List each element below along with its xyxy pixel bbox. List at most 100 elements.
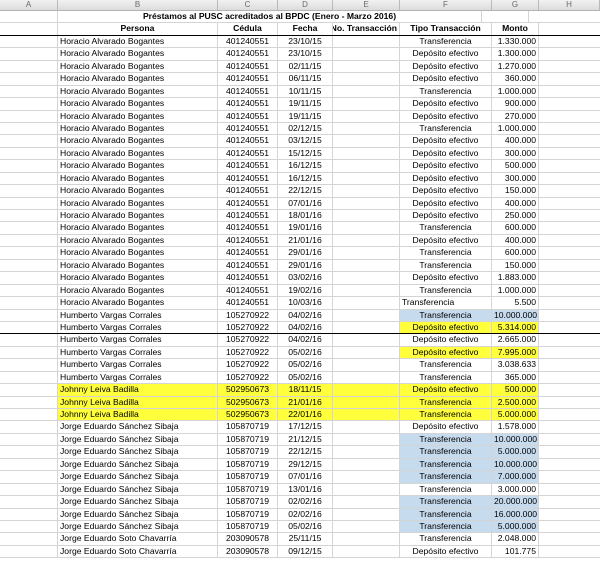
cell[interactable] [0, 147, 58, 160]
cell-no-transaccion[interactable] [333, 384, 400, 396]
cell-monto[interactable]: 500.000 [492, 160, 539, 172]
table-row[interactable]: Jorge Eduardo Soto Chavarría 203090578 25/… [0, 533, 600, 546]
cell-monto[interactable]: 3.038.633 [492, 359, 539, 371]
table-row[interactable]: Horacio Alvarado Bogantes 401240551 23/10/… [0, 35, 600, 49]
cell-tipo-transaccion[interactable]: Transferencia [400, 483, 492, 496]
cell-persona[interactable]: Jorge Eduardo Sánchez Sibaja [58, 483, 218, 496]
cell-persona[interactable]: Humberto Vargas Corrales [58, 371, 218, 384]
cell-cedula[interactable]: 401240551 [218, 210, 278, 222]
cell[interactable] [0, 259, 58, 272]
cell-monto[interactable]: 101.775 [492, 545, 539, 558]
cell-tipo-transaccion[interactable]: Depósito efectivo [400, 60, 492, 73]
cell[interactable] [529, 11, 590, 22]
cell-fecha[interactable]: 10/03/16 [278, 297, 333, 309]
cell-cedula[interactable]: 401240551 [218, 48, 278, 60]
cell-no-transaccion[interactable] [333, 545, 400, 558]
cell-tipo-transaccion[interactable]: Transferencia [400, 433, 492, 446]
cell-monto[interactable]: 1.270.000 [492, 60, 539, 73]
table-row[interactable]: Horacio Alvarado Bogantes 401240551 02/11/… [0, 60, 600, 74]
cell-persona[interactable]: Jorge Eduardo Soto Chavarría [58, 533, 218, 545]
cell[interactable] [539, 135, 600, 146]
column-header-a[interactable]: A [0, 0, 58, 10]
cell-monto[interactable]: 400.000 [492, 135, 539, 147]
cell-tipo-transaccion[interactable]: Transferencia [400, 247, 492, 259]
cell-persona[interactable]: Humberto Vargas Corrales [58, 309, 218, 321]
cell[interactable] [0, 135, 58, 147]
cell-cedula[interactable]: 401240551 [218, 110, 278, 122]
cell[interactable] [0, 471, 58, 483]
cell-no-transaccion[interactable] [333, 35, 400, 48]
cell-monto[interactable]: 270.000 [492, 110, 539, 122]
cell-monto[interactable]: 600.000 [492, 222, 539, 234]
table-row[interactable]: Horacio Alvarado Bogantes 401240551 16/12/… [0, 172, 600, 186]
cell[interactable] [0, 396, 58, 408]
cell-tipo-transaccion[interactable]: Transferencia [400, 297, 492, 309]
cell-no-transaccion[interactable] [333, 234, 400, 247]
table-row[interactable]: Jorge Eduardo Sánchez Sibaja 105870719 07/… [0, 471, 600, 484]
cell-tipo-transaccion[interactable]: Depósito efectivo [400, 334, 492, 346]
cell-cedula[interactable]: 105870719 [218, 508, 278, 520]
cell-tipo-transaccion[interactable]: Depósito efectivo [400, 321, 492, 334]
cell-cedula[interactable]: 105870719 [218, 496, 278, 508]
cell[interactable] [539, 148, 600, 159]
cell-persona[interactable]: Horacio Alvarado Bogantes [58, 222, 218, 234]
cell-fecha[interactable]: 15/12/15 [278, 147, 333, 160]
cell[interactable] [539, 247, 600, 258]
cell[interactable] [0, 73, 58, 85]
cell-fecha[interactable]: 02/12/15 [278, 122, 333, 135]
cell[interactable] [0, 446, 58, 458]
cell-persona[interactable]: Humberto Vargas Corrales [58, 359, 218, 371]
cell-no-transaccion[interactable] [333, 122, 400, 135]
cell[interactable] [539, 546, 600, 557]
cell-cedula[interactable]: 401240551 [218, 73, 278, 85]
table-row[interactable]: Horacio Alvarado Bogantes 401240551 16/12/… [0, 160, 600, 173]
cell-no-transaccion[interactable] [333, 73, 400, 85]
cell-tipo-transaccion[interactable]: Transferencia [400, 396, 492, 408]
cell[interactable] [539, 297, 600, 308]
cell-cedula[interactable]: 105270922 [218, 346, 278, 359]
cell-no-transaccion[interactable] [333, 371, 400, 384]
cell-fecha[interactable]: 07/01/16 [278, 197, 333, 209]
cell-tipo-transaccion[interactable]: Transferencia [400, 259, 492, 272]
cell-persona[interactable]: Jorge Eduardo Sánchez Sibaja [58, 433, 218, 446]
cell-tipo-transaccion[interactable]: Depósito efectivo [400, 421, 492, 433]
cell-monto[interactable]: 600.000 [492, 247, 539, 259]
cell-cedula[interactable]: 105270922 [218, 321, 278, 334]
cell-monto[interactable]: 150.000 [492, 185, 539, 197]
cell-no-transaccion[interactable] [333, 259, 400, 272]
cell-monto[interactable]: 150.000 [492, 259, 539, 272]
cell[interactable] [539, 471, 600, 482]
cell[interactable] [539, 48, 600, 59]
cell-fecha[interactable]: 04/02/16 [278, 334, 333, 346]
cell-tipo-transaccion[interactable]: Depósito efectivo [400, 384, 492, 396]
cell-fecha[interactable]: 05/02/16 [278, 346, 333, 359]
cell-tipo-transaccion[interactable]: Transferencia [400, 359, 492, 371]
cell-cedula[interactable]: 401240551 [218, 60, 278, 73]
cell-monto[interactable]: 20.000.000 [492, 496, 539, 508]
table-row[interactable]: Horacio Alvarado Bogantes 401240551 03/02/… [0, 272, 600, 285]
cell-monto[interactable]: 400.000 [492, 197, 539, 209]
cell-monto[interactable]: 500.000 [492, 384, 539, 396]
cell-tipo-transaccion[interactable]: Transferencia [400, 371, 492, 384]
cell[interactable] [0, 371, 58, 384]
cell-fecha[interactable]: 21/01/16 [278, 234, 333, 247]
cell-no-transaccion[interactable] [333, 284, 400, 297]
cell-persona[interactable]: Horacio Alvarado Bogantes [58, 259, 218, 272]
cell-monto[interactable]: 300.000 [492, 147, 539, 160]
cell-fecha[interactable]: 22/01/16 [278, 409, 333, 421]
cell-cedula[interactable]: 401240551 [218, 122, 278, 135]
cell-persona[interactable]: Horacio Alvarado Bogantes [58, 73, 218, 85]
cell-cedula[interactable]: 105870719 [218, 433, 278, 446]
cell-tipo-transaccion[interactable]: Transferencia [400, 520, 492, 533]
cell-no-transaccion[interactable] [333, 346, 400, 359]
cell-tipo-transaccion[interactable]: Depósito efectivo [400, 234, 492, 247]
table-row[interactable]: Horacio Alvarado Bogantes 401240551 29/01/… [0, 259, 600, 273]
table-row[interactable]: Horacio Alvarado Bogantes 401240551 10/03/… [0, 297, 600, 310]
header-no-transaccion[interactable]: No. Transacción [333, 23, 400, 35]
cell-cedula[interactable]: 401240551 [218, 197, 278, 209]
cell[interactable] [482, 11, 529, 23]
cell[interactable] [539, 496, 600, 507]
cell-fecha[interactable]: 02/02/16 [278, 496, 333, 508]
cell-monto[interactable]: 1.300.000 [492, 48, 539, 60]
table-row[interactable]: Humberto Vargas Corrales 105270922 05/02/1… [0, 359, 600, 372]
